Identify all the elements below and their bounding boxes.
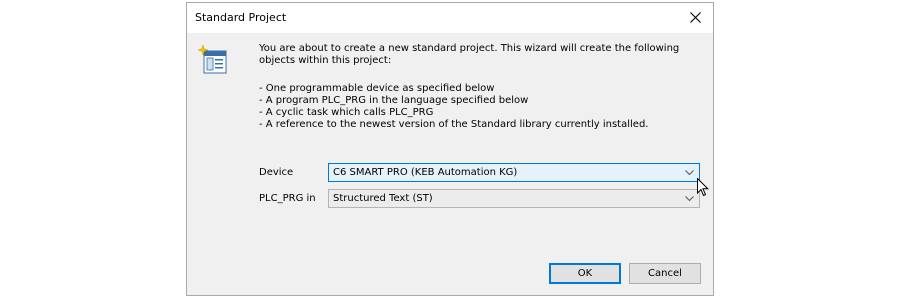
chevron-down-icon (685, 196, 694, 202)
intro-text-line1: You are about to create a new standard p… (259, 43, 680, 54)
plcprg-label: PLC_PRG in (259, 193, 316, 204)
dialog-title: Standard Project (195, 11, 287, 24)
cancel-button[interactable]: Cancel (629, 263, 701, 284)
device-select[interactable]: C6 SMART PRO (KEB Automation KG) (328, 163, 700, 182)
plcprg-select-value: Structured Text (ST) (333, 193, 433, 204)
intro-text-line2: objects within this project: (259, 55, 392, 66)
close-icon (690, 12, 701, 23)
mouse-cursor-icon (697, 178, 709, 197)
bullet-item: - A program PLC_PRG in the language spec… (259, 95, 529, 106)
plcprg-language-select[interactable]: Structured Text (ST) (328, 189, 700, 208)
chevron-down-icon (685, 170, 694, 176)
device-select-value: C6 SMART PRO (KEB Automation KG) (333, 167, 518, 178)
bullet-item: - One programmable device as specified b… (259, 83, 495, 94)
device-label: Device (259, 167, 294, 178)
wizard-icon (198, 45, 227, 74)
ok-button[interactable]: OK (549, 263, 621, 284)
close-button[interactable] (679, 3, 713, 33)
standard-project-dialog: Standard Project You are about to create… (186, 2, 714, 296)
bullet-item: - A cyclic task which calls PLC_PRG (259, 107, 434, 118)
bullet-item: - A reference to the newest version of t… (259, 119, 649, 130)
title-bar[interactable]: Standard Project (187, 3, 713, 33)
